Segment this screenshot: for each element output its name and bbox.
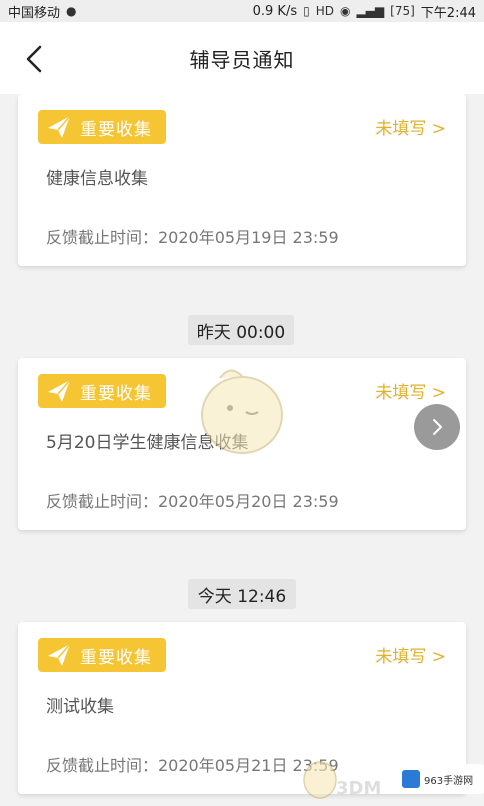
- tag-label: 重要收集: [80, 383, 152, 404]
- carrier-label: 中国移动: [8, 5, 61, 21]
- page-title: 辅导员通知: [189, 47, 295, 72]
- 963-logo-icon: [402, 770, 420, 788]
- floating-next-button[interactable]: [414, 404, 460, 450]
- tag-label: 重要收集: [80, 119, 152, 140]
- clock: 下午2:44: [420, 5, 476, 21]
- deadline-text: 反馈截止时间：2020年05月21日 23:59: [46, 756, 339, 775]
- deadline-text: 反馈截止时间：2020年05月19日 23:59: [46, 228, 339, 247]
- mascot-small-icon: [303, 761, 337, 799]
- important-collect-tag: 重要收集: [38, 638, 166, 672]
- watermark-963: 963手游网: [398, 764, 484, 794]
- notification-list: 重要收集 未填写 > 健康信息收集 反馈截止时间：2020年05月19日 23:…: [0, 94, 484, 805]
- eye-icon: ◉: [339, 4, 351, 18]
- time-label: 昨天 00:00: [188, 315, 294, 345]
- signal-icon: ▂▄▆: [356, 4, 385, 18]
- status-bar: 中国移动 ● 0.9 K/s ▯ HD ◉ ▂▄▆ [75] 下午2:44: [0, 0, 484, 22]
- battery-icon: [75]: [390, 4, 415, 18]
- unfilled-status-link[interactable]: 未填写 >: [375, 642, 446, 667]
- chevron-left-icon: [26, 45, 42, 73]
- paper-plane-icon: [48, 115, 71, 138]
- tag-label: 重要收集: [80, 647, 152, 668]
- notification-card[interactable]: 重要收集 未填写 > 健康信息收集 反馈截止时间：2020年05月19日 23:…: [18, 94, 466, 266]
- deadline-text: 反馈截止时间：2020年05月20日 23:59: [46, 492, 339, 511]
- paper-plane-icon: [48, 643, 71, 666]
- notification-icon: ●: [66, 4, 77, 18]
- hd-icon: HD: [315, 4, 334, 18]
- network-speed: 0.9 K/s: [252, 3, 298, 19]
- mascot-watermark-icon: [201, 369, 283, 454]
- navigation-bar: 辅导员通知: [0, 22, 484, 94]
- card-title: 测试收集: [46, 697, 114, 717]
- important-collect-tag: 重要收集: [38, 374, 166, 408]
- brand-3dm-label: 3DM: [336, 778, 382, 799]
- card-title: 健康信息收集: [46, 169, 148, 189]
- back-button[interactable]: [22, 44, 48, 74]
- brand-963-label: 963手游网: [424, 775, 474, 787]
- watermark-3dm: 3DM: [300, 756, 382, 802]
- paper-plane-icon: [48, 379, 71, 402]
- important-collect-tag: 重要收集: [38, 110, 166, 144]
- unfilled-status-link[interactable]: 未填写 >: [375, 378, 446, 403]
- battery-level: 75: [394, 4, 411, 18]
- unfilled-status-link[interactable]: 未填写 >: [375, 114, 446, 139]
- vibrate-icon: ▯: [303, 4, 310, 18]
- chevron-right-icon: [433, 419, 442, 435]
- time-label: 今天 12:46: [188, 579, 296, 609]
